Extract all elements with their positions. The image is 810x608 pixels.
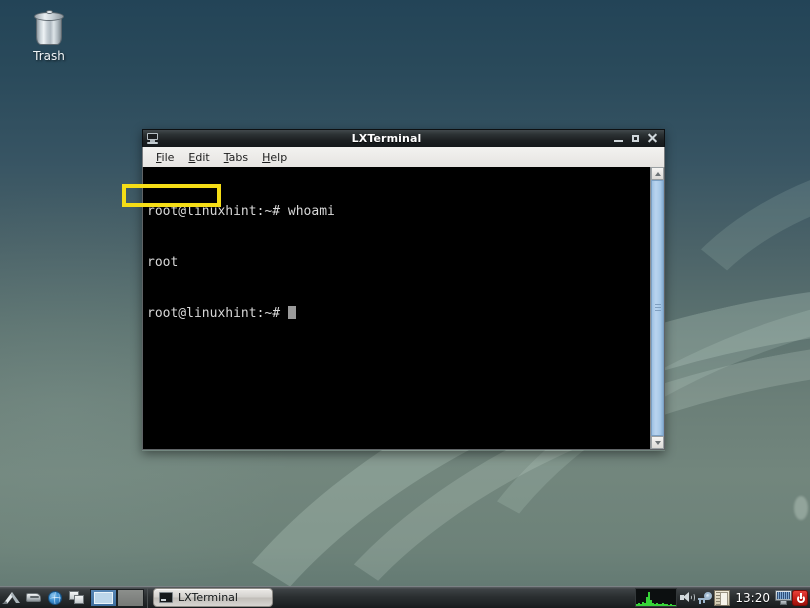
application-menu-icon[interactable] bbox=[0, 587, 22, 608]
system-tray: 13:20 bbox=[635, 587, 810, 608]
display-settings-icon[interactable] bbox=[775, 587, 792, 608]
wallpaper-highlight-dot bbox=[794, 496, 808, 520]
taskbar-separator bbox=[147, 588, 148, 608]
terminal-line-1: root@linuxhint:~# whoami bbox=[147, 203, 650, 220]
terminal-cursor bbox=[288, 306, 296, 319]
minimize-button[interactable] bbox=[614, 133, 623, 144]
desktop-pager[interactable] bbox=[90, 587, 144, 608]
terminal-icon bbox=[159, 592, 173, 603]
terminal-command-output: root bbox=[147, 255, 178, 270]
file-manager-icon[interactable] bbox=[22, 587, 44, 608]
scrollbar-trough[interactable] bbox=[651, 180, 664, 436]
power-button-icon[interactable] bbox=[792, 587, 808, 608]
pager-desktop-2[interactable] bbox=[117, 589, 144, 607]
menu-bird-glyph bbox=[1, 590, 21, 606]
window-title: LXTerminal bbox=[159, 130, 614, 148]
show-desktop-icon[interactable] bbox=[66, 587, 88, 608]
terminal-line-2: root bbox=[147, 254, 650, 271]
terminal-output[interactable]: root@linuxhint:~# whoami root root@linux… bbox=[143, 167, 650, 449]
terminal-command: whoami bbox=[288, 204, 335, 219]
terminal-prompt: root@linuxhint:~# bbox=[147, 306, 288, 321]
clock[interactable]: 13:20 bbox=[730, 587, 775, 608]
menu-file[interactable]: File bbox=[149, 149, 181, 166]
scrollbar-grip bbox=[655, 304, 661, 312]
window-controls bbox=[614, 133, 657, 144]
lxterminal-window[interactable]: LXTerminal File Edit Tabs Help root@linu… bbox=[142, 129, 665, 451]
terminal-line-3: root@linuxhint:~# bbox=[147, 305, 650, 322]
scroll-up-arrow[interactable] bbox=[651, 167, 664, 180]
task-list: LXTerminal bbox=[153, 587, 273, 608]
trash-icon bbox=[34, 10, 64, 46]
window-titlebar[interactable]: LXTerminal bbox=[142, 129, 665, 147]
menu-tabs[interactable]: Tabs bbox=[217, 149, 255, 166]
menu-bar: File Edit Tabs Help bbox=[142, 147, 665, 167]
cpu-monitor-icon[interactable] bbox=[635, 587, 679, 608]
web-browser-icon[interactable] bbox=[44, 587, 66, 608]
maximize-button[interactable] bbox=[631, 133, 640, 144]
volume-icon[interactable] bbox=[679, 587, 697, 608]
menu-edit[interactable]: Edit bbox=[181, 149, 216, 166]
clipboard-manager-icon[interactable] bbox=[714, 587, 730, 608]
pager-desktop-1[interactable] bbox=[90, 589, 117, 607]
close-button[interactable] bbox=[648, 133, 657, 144]
desktop[interactable]: Trash LXTerminal File Edit Tabs Help roo… bbox=[0, 0, 810, 608]
desktop-icon-trash[interactable]: Trash bbox=[14, 8, 84, 63]
scroll-down-arrow[interactable] bbox=[651, 436, 664, 449]
taskbar[interactable]: LXTerminal 13:20 bbox=[0, 586, 810, 608]
keyboard-key-icon[interactable] bbox=[697, 587, 714, 608]
scrollbar-thumb[interactable] bbox=[651, 180, 664, 436]
menu-help[interactable]: Help bbox=[255, 149, 294, 166]
terminal-prompt: root@linuxhint:~# bbox=[147, 204, 288, 219]
task-button-lxterminal[interactable]: LXTerminal bbox=[153, 588, 273, 607]
task-button-label: LXTerminal bbox=[178, 591, 238, 604]
launcher-bar bbox=[0, 587, 88, 608]
desktop-icon-label: Trash bbox=[14, 49, 84, 63]
terminal-scrollbar[interactable] bbox=[650, 167, 664, 449]
terminal-icon[interactable] bbox=[146, 133, 159, 144]
terminal-screen[interactable]: root@linuxhint:~# whoami root root@linux… bbox=[142, 167, 665, 450]
